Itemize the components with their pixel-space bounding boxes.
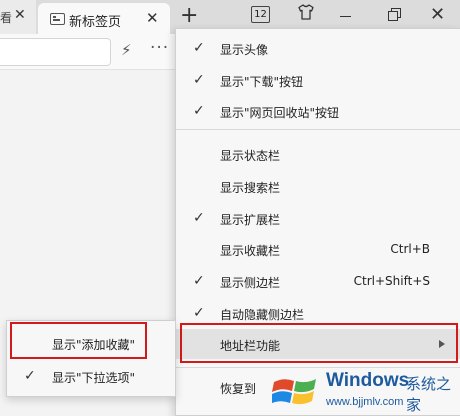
- menu-divider: [176, 129, 460, 130]
- restore-button[interactable]: [388, 8, 401, 21]
- check-icon: ✓: [193, 305, 205, 321]
- menu-item-label: 显示收藏栏: [220, 244, 281, 258]
- watermark: Windows 系统之家 www.bjjmlv.com: [268, 366, 460, 414]
- window-close-button[interactable]: ✕: [430, 4, 445, 25]
- check-icon: ✓: [193, 103, 205, 119]
- check-icon: ✓: [193, 72, 205, 88]
- menu-item-label: 显示侧边栏: [220, 276, 281, 290]
- menu-item-label: 自动隐藏侧边栏: [220, 308, 305, 322]
- bolt-icon[interactable]: ⚡: [121, 41, 132, 59]
- new-tab-page-icon: [50, 13, 65, 25]
- watermark-url: www.bjjmlv.com: [326, 396, 404, 408]
- submenu-item-label: 显示"下拉选项": [52, 371, 136, 385]
- highlight-box-address-bar-features: [180, 323, 458, 363]
- menu-item-shortcut: Ctrl+B: [390, 242, 430, 256]
- menu-item-show-extension-bar[interactable]: ✓ 显示扩展栏: [176, 203, 460, 233]
- menu-item-show-search-bar[interactable]: 显示搜索栏: [176, 171, 460, 201]
- more-menu-button[interactable]: ···: [150, 38, 169, 58]
- menu-item-label: 显示"网页回收站"按钮: [220, 106, 340, 120]
- highlight-box-show-add-favorite: [10, 322, 147, 359]
- menu-item-label: 显示扩展栏: [220, 213, 281, 227]
- shirt-icon[interactable]: [297, 4, 315, 23]
- menu-item-label: 显示状态栏: [220, 149, 281, 163]
- tab-previous[interactable]: 看 ✕: [0, 0, 36, 34]
- watermark-title: Windows: [326, 370, 410, 391]
- check-icon: ✓: [193, 273, 205, 289]
- check-icon: ✓: [24, 368, 36, 384]
- check-icon: ✓: [193, 210, 205, 226]
- new-tab-button[interactable]: +: [180, 3, 198, 28]
- address-bar[interactable]: [0, 38, 111, 66]
- windows-logo-icon: [270, 374, 320, 411]
- close-icon[interactable]: ✕: [146, 9, 159, 27]
- menu-item-label: 恢复到: [220, 382, 257, 396]
- tab-count-badge[interactable]: 12: [251, 6, 270, 23]
- minimize-button[interactable]: [340, 16, 351, 18]
- watermark-site-name: 系统之家: [406, 375, 452, 414]
- check-icon: ✓: [193, 40, 205, 56]
- tab-title: 新标签页: [69, 15, 122, 30]
- tab-new-tab[interactable]: 新标签页 ✕: [38, 3, 170, 34]
- menu-item-label: 显示"下载"按钮: [220, 75, 304, 89]
- menu-item-show-sidebar[interactable]: ✓ 显示侧边栏 Ctrl+Shift+S: [176, 266, 460, 296]
- menu-item-show-status-bar[interactable]: 显示状态栏: [176, 139, 460, 169]
- tab-previous-label: 看: [0, 11, 13, 25]
- menu-item-label: 显示头像: [220, 43, 269, 57]
- menu-item-show-favorites-bar[interactable]: 显示收藏栏 Ctrl+B: [176, 234, 460, 264]
- menu-item-shortcut: Ctrl+Shift+S: [353, 274, 430, 288]
- submenu-item-show-dropdown-options[interactable]: ✓ 显示"下拉选项": [7, 362, 175, 390]
- close-icon[interactable]: ✕: [14, 7, 26, 23]
- menu-item-show-recycle-button[interactable]: ✓ 显示"网页回收站"按钮: [176, 96, 460, 126]
- menu-item-show-avatar[interactable]: ✓ 显示头像: [176, 33, 460, 63]
- menu-item-label: 显示搜索栏: [220, 181, 281, 195]
- menu-item-show-download-button[interactable]: ✓ 显示"下载"按钮: [176, 65, 460, 95]
